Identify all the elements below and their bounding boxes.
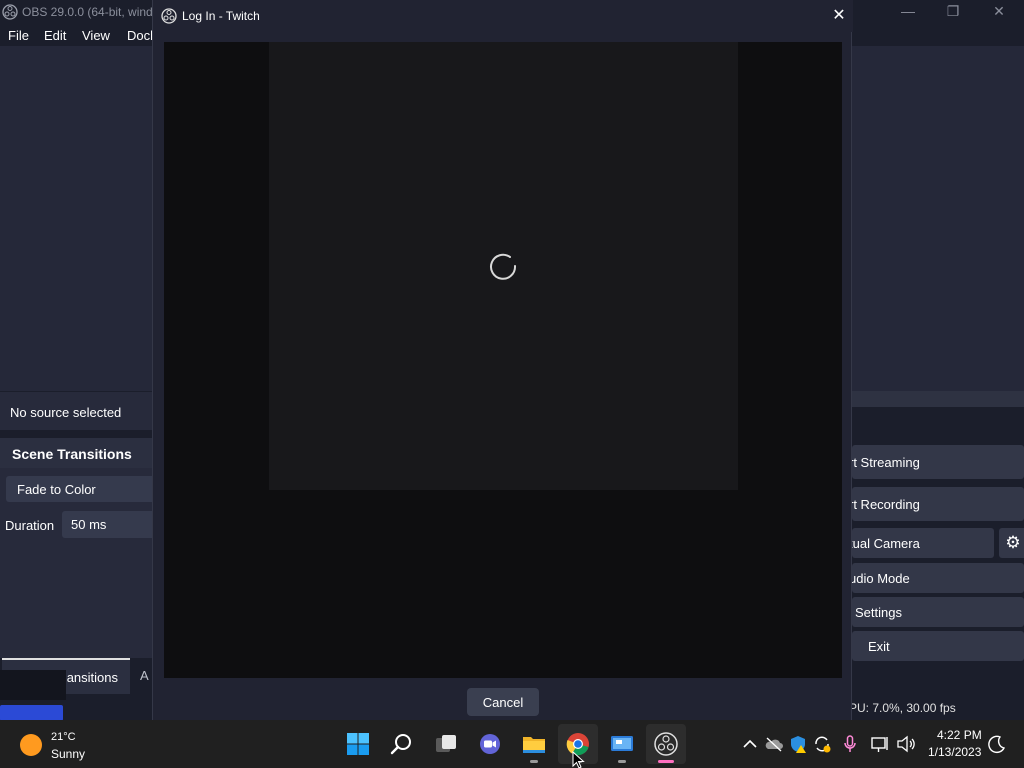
sync-icon[interactable] (812, 734, 832, 754)
task-view-icon (436, 735, 456, 752)
menu-view[interactable]: View (82, 28, 110, 43)
dialog-close-icon[interactable]: ✕ (827, 6, 851, 26)
start-recording-button[interactable]: rt Recording (849, 487, 1024, 521)
folder-icon (523, 737, 545, 753)
settings-label: Settings (855, 605, 902, 620)
running-indicator (530, 760, 538, 763)
embedded-browser-view[interactable] (164, 42, 842, 678)
controls-dock-header (852, 408, 1024, 436)
obs-logo-icon (2, 4, 18, 20)
close-window-button[interactable]: ✕ (984, 2, 1014, 22)
tab-scene-transitions-label: ansitions (66, 670, 118, 685)
minimize-button[interactable]: — (893, 2, 923, 22)
duration-label: Duration (5, 518, 55, 533)
onedrive-offline-icon[interactable] (764, 734, 784, 754)
weather-condition: Sunny (51, 747, 86, 761)
windows-taskbar: 21°C Sunny 4:22 PM 1/13/2023 (0, 720, 1024, 768)
dialog-title: Log In - Twitch (182, 9, 260, 23)
no-source-label: No source selected (10, 405, 122, 420)
security-warning-icon[interactable] (788, 734, 808, 754)
menu-file[interactable]: File (8, 28, 29, 43)
virtual-camera-label: tual Camera (849, 536, 920, 551)
sun-icon (20, 734, 42, 756)
scene-transitions-dock-header: Scene Transitions (0, 438, 152, 468)
studio-mode-label: udio Mode (849, 571, 910, 586)
restore-button[interactable]: ❐ (938, 2, 968, 22)
microphone-icon[interactable] (840, 734, 860, 754)
settings-button[interactable]: Settings (852, 597, 1024, 627)
duration-value: 50 ms (71, 517, 107, 532)
transition-select[interactable]: Fade to Color (6, 476, 156, 502)
source-toolbar: No source selected (0, 392, 152, 430)
scene-transitions-title: Scene Transitions (12, 446, 132, 462)
start-button[interactable] (338, 724, 378, 764)
preview-scrollbar[interactable] (852, 391, 1024, 407)
virtual-camera-settings-gear-icon[interactable]: ⚙ (999, 528, 1024, 558)
volume-icon[interactable] (896, 734, 916, 754)
obs-window-title: OBS 29.0.0 (64-bit, windows) (22, 5, 152, 19)
menu-edit[interactable]: Edit (44, 28, 66, 43)
search-button[interactable] (382, 724, 422, 764)
studio-mode-button[interactable]: udio Mode (849, 563, 1024, 593)
obs-taskbar-button[interactable] (646, 724, 686, 764)
active-indicator (658, 760, 674, 763)
dialog-titlebar: Log In - Twitch ✕ (153, 0, 853, 32)
start-streaming-button[interactable]: rt Streaming (849, 445, 1024, 479)
twitch-login-dialog: Log In - Twitch ✕ Cancel (152, 0, 853, 720)
obs-logo-icon (654, 732, 678, 756)
start-streaming-label: rt Streaming (849, 455, 920, 470)
teams-chat-button[interactable] (470, 724, 510, 764)
active-tab-indicator (0, 705, 63, 721)
start-recording-label: rt Recording (849, 497, 920, 512)
weather-widget[interactable]: 21°C Sunny (20, 731, 140, 762)
cpu-fps-status: PU: 7.0%, 30.00 fps (849, 701, 956, 715)
scene-transitions-panel: Fade to Color Duration 50 ms (0, 468, 156, 658)
tab-scenes[interactable] (0, 670, 66, 700)
tab-audio-mixer[interactable]: A (140, 668, 149, 683)
file-explorer-button[interactable] (514, 724, 554, 764)
clock-time[interactable]: 4:22 PM (937, 728, 982, 742)
weather-temperature: 21°C (51, 731, 76, 743)
chat-icon (480, 734, 500, 754)
task-view-button[interactable] (426, 724, 466, 764)
remote-desktop-icon (611, 736, 633, 751)
loading-spinner-icon (490, 253, 517, 280)
exit-button[interactable]: Exit (852, 631, 1024, 661)
transition-select-value: Fade to Color (17, 482, 96, 497)
mouse-cursor-icon (572, 751, 585, 768)
network-icon[interactable] (870, 734, 890, 754)
remote-desktop-button[interactable] (602, 724, 642, 764)
obs-logo-icon (161, 8, 177, 24)
browser-page-content (269, 42, 738, 490)
status-bar: PU: 7.0%, 30.00 fps (849, 698, 1024, 720)
clock-date[interactable]: 1/13/2023 (928, 745, 981, 759)
duration-spinbox[interactable]: 50 ms (62, 511, 156, 538)
exit-label: Exit (868, 639, 890, 654)
search-icon (390, 734, 411, 755)
running-indicator (618, 760, 626, 763)
start-virtual-camera-button[interactable]: tual Camera (849, 528, 994, 558)
windows-start-icon (347, 733, 369, 755)
focus-moon-icon[interactable] (987, 734, 1007, 754)
cancel-button[interactable]: Cancel (467, 688, 539, 716)
chevron-up-icon[interactable] (740, 734, 760, 754)
